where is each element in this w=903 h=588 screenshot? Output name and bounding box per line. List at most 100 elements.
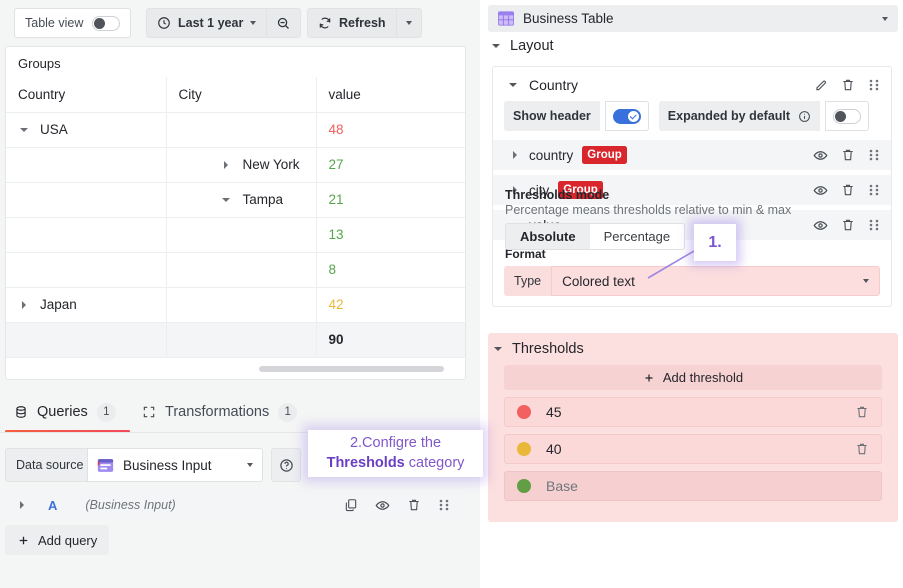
expand-caret-right-icon[interactable] xyxy=(18,301,29,309)
refresh-icon xyxy=(318,16,332,30)
drag-handle-icon[interactable] xyxy=(868,148,880,162)
threshold-value[interactable]: 40 xyxy=(546,441,562,457)
city-cell: New York xyxy=(179,157,304,172)
eye-icon[interactable] xyxy=(813,148,828,163)
threshold-color-swatch[interactable] xyxy=(517,405,531,419)
field-row-country[interactable]: country Group xyxy=(493,140,891,170)
trash-icon[interactable] xyxy=(407,498,421,512)
country-cell xyxy=(6,322,166,357)
callout-step-2-bold: Thresholds xyxy=(327,455,405,471)
layout-group-country[interactable]: Country xyxy=(493,67,891,101)
plus-icon xyxy=(17,534,30,547)
show-header-toggle[interactable] xyxy=(605,101,649,131)
add-threshold-label: Add threshold xyxy=(663,370,743,385)
expand-caret-down-icon[interactable] xyxy=(18,128,29,132)
layout-section-header[interactable]: Layout xyxy=(488,38,898,54)
refresh-button[interactable]: Refresh xyxy=(307,8,397,38)
table-row[interactable]: 8 xyxy=(6,252,465,287)
country-cell xyxy=(6,252,166,287)
visualization-pane: Table view Last 1 year xyxy=(0,0,470,588)
threshold-color-swatch[interactable] xyxy=(517,479,531,493)
thresholds-section-label: Thresholds xyxy=(512,341,584,357)
threshold-value: Base xyxy=(546,478,578,494)
data-source-help-button[interactable] xyxy=(271,448,301,482)
add-threshold-button[interactable]: Add threshold xyxy=(504,365,882,390)
add-query-label: Add query xyxy=(38,533,97,548)
city-cell xyxy=(166,322,316,357)
drag-handle-icon[interactable] xyxy=(438,498,450,512)
table-view-switch[interactable] xyxy=(92,16,120,31)
add-query-button[interactable]: Add query xyxy=(5,525,109,555)
threshold-row[interactable]: 45 xyxy=(504,397,882,427)
show-header-switch[interactable] xyxy=(613,109,641,124)
trash-icon[interactable] xyxy=(841,148,855,162)
query-actions xyxy=(344,498,450,513)
query-letter: A xyxy=(48,498,57,513)
expanded-by-default-toggle[interactable] xyxy=(825,101,869,131)
chevron-down-icon[interactable] xyxy=(509,83,517,87)
expand-caret-right-icon[interactable] xyxy=(16,501,27,509)
table-horizontal-scrollbar[interactable] xyxy=(259,366,444,372)
thresholds-mode-description: Percentage means thresholds relative to … xyxy=(505,203,895,217)
zoom-out-button[interactable] xyxy=(267,8,301,38)
refresh-interval-button[interactable] xyxy=(397,8,422,38)
tab-transformations[interactable]: Transformations 1 xyxy=(142,392,297,432)
column-header-value[interactable]: value xyxy=(316,77,465,112)
table-row[interactable]: Tampa 21 xyxy=(6,182,465,217)
table-panel: Groups Country City value USA 48 xyxy=(5,46,466,380)
time-range-picker[interactable]: Last 1 year xyxy=(146,8,301,38)
threshold-value[interactable]: 45 xyxy=(546,404,562,420)
country-cell xyxy=(6,147,166,182)
trash-icon[interactable] xyxy=(855,405,869,419)
table-view-toggle[interactable]: Table view xyxy=(14,8,131,38)
table-row[interactable]: Japan 42 xyxy=(6,287,465,322)
eye-icon[interactable] xyxy=(375,498,390,513)
threshold-color-swatch[interactable] xyxy=(517,442,531,456)
value-cell: 27 xyxy=(316,147,465,182)
threshold-row-base[interactable]: Base xyxy=(504,471,882,501)
column-header-city[interactable]: City xyxy=(166,77,316,112)
expand-caret-down-icon[interactable] xyxy=(221,198,232,202)
tab-queries[interactable]: Queries 1 xyxy=(14,392,116,432)
refresh-group[interactable]: Refresh xyxy=(307,8,422,38)
thresholds-mode-percentage[interactable]: Percentage xyxy=(590,224,685,249)
table-row[interactable]: New York 27 xyxy=(6,147,465,182)
edit-icon[interactable] xyxy=(814,78,828,92)
business-table: Country City value USA 48 New York 27 xyxy=(6,77,465,358)
queries-count-badge: 1 xyxy=(97,403,116,422)
zoom-out-icon xyxy=(276,16,291,31)
thresholds-mode-absolute[interactable]: Absolute xyxy=(506,224,590,249)
expand-caret-right-icon[interactable] xyxy=(221,161,232,169)
chevron-down-icon[interactable] xyxy=(882,17,888,21)
expand-caret-right-icon[interactable] xyxy=(509,151,520,159)
panel-header[interactable]: Business Table xyxy=(488,5,898,32)
callout-step-1: 1. xyxy=(694,224,736,261)
callout-step-2-tail: category xyxy=(405,455,465,471)
country-cell xyxy=(6,217,166,252)
chevron-down-icon xyxy=(492,44,500,48)
trash-icon[interactable] xyxy=(855,442,869,456)
thresholds-mode-segmented[interactable]: Absolute Percentage xyxy=(505,223,685,250)
city-cell xyxy=(166,112,316,147)
column-header-country[interactable]: Country xyxy=(6,77,166,112)
layout-section-label: Layout xyxy=(510,38,554,54)
thresholds-section-header[interactable]: Thresholds xyxy=(488,341,898,357)
table-row[interactable]: 13 xyxy=(6,217,465,252)
value-cell: 21 xyxy=(316,182,465,217)
refresh-label: Refresh xyxy=(339,16,386,30)
country-cell xyxy=(6,182,166,217)
drag-handle-icon[interactable] xyxy=(868,78,880,92)
info-icon[interactable] xyxy=(798,110,811,123)
query-row-a[interactable]: A (Business Input) xyxy=(5,490,461,520)
business-input-icon xyxy=(97,458,114,473)
data-source-select[interactable]: Business Input xyxy=(87,448,263,482)
type-select[interactable]: Colored text xyxy=(551,266,880,296)
trash-icon[interactable] xyxy=(841,78,855,92)
expanded-by-default-switch[interactable] xyxy=(833,109,861,124)
time-range-button[interactable]: Last 1 year xyxy=(146,8,267,38)
callout-step-2-line1: 2.Configre the xyxy=(350,434,441,454)
chevron-down-icon xyxy=(494,347,502,351)
table-row[interactable]: USA 48 xyxy=(6,112,465,147)
threshold-row[interactable]: 40 xyxy=(504,434,882,464)
duplicate-icon[interactable] xyxy=(344,498,358,512)
